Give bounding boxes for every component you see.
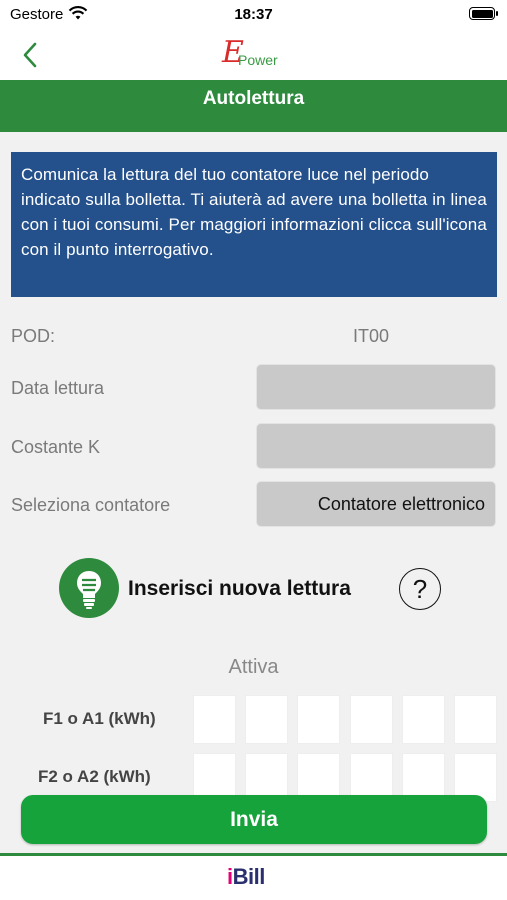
ibill-logo-text: Bill bbox=[232, 864, 266, 889]
seleziona-contatore-label: Seleziona contatore bbox=[11, 495, 171, 515]
battery-icon bbox=[469, 7, 498, 20]
chevron-left-icon bbox=[23, 42, 37, 68]
contatore-select-value: Contatore elettronico bbox=[317, 494, 485, 514]
ibill-logo: iBill bbox=[227, 864, 265, 890]
f2-label: F2 o A2 (kWh) bbox=[38, 767, 151, 786]
info-message: Comunica la lettura del tuo contatore lu… bbox=[11, 152, 497, 297]
footer: iBill bbox=[0, 856, 507, 900]
new-reading-title: Inserisci nuova lettura bbox=[128, 577, 351, 600]
f1-digit-2[interactable] bbox=[245, 695, 288, 744]
pod-label: POD: bbox=[11, 326, 56, 346]
costante-k-label: Costante K bbox=[11, 437, 101, 457]
f1-digit-3[interactable] bbox=[297, 695, 340, 744]
page-title: Autolettura bbox=[202, 88, 305, 109]
status-time: 18:37 bbox=[234, 6, 273, 23]
logo-wordmark: Power bbox=[238, 52, 278, 68]
f1-digit-1[interactable] bbox=[193, 695, 236, 744]
f1-label: F1 o A1 (kWh) bbox=[43, 709, 156, 728]
back-button[interactable] bbox=[14, 38, 48, 72]
f1-digit-5[interactable] bbox=[402, 695, 445, 744]
costante-k-field[interactable] bbox=[256, 423, 496, 469]
attiva-label: Attiva bbox=[228, 656, 279, 678]
new-reading-row: Inserisci nuova lettura ? bbox=[0, 558, 507, 622]
app-logo: E Power bbox=[222, 35, 292, 70]
page-header: Autolettura bbox=[0, 80, 507, 132]
lightbulb-icon bbox=[59, 558, 119, 618]
send-button[interactable]: Invia bbox=[21, 795, 487, 844]
contatore-select[interactable]: Contatore elettronico bbox=[256, 481, 496, 527]
pod-value: IT00 bbox=[353, 326, 390, 346]
f1-digit-6[interactable] bbox=[454, 695, 497, 744]
data-lettura-field[interactable] bbox=[256, 364, 496, 410]
f1-digit-4[interactable] bbox=[350, 695, 393, 744]
status-bar: Gestore 18:37 bbox=[0, 0, 507, 30]
help-button[interactable]: ? bbox=[399, 568, 441, 610]
data-lettura-label: Data lettura bbox=[11, 378, 105, 398]
navigation-bar: E Power bbox=[0, 30, 507, 80]
